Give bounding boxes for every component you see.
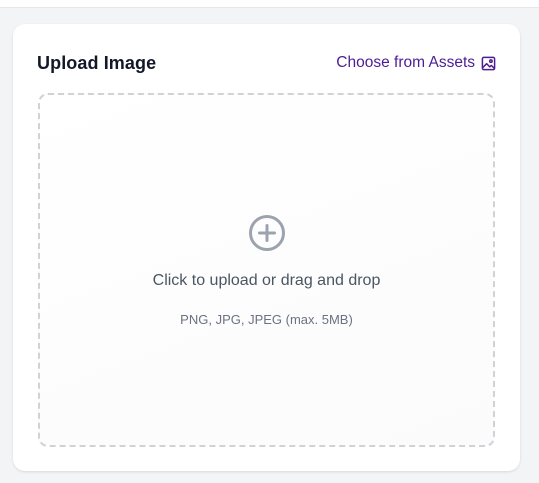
- upload-format-hint: PNG, JPG, JPEG (max. 5MB): [180, 312, 353, 327]
- plus-circle-icon: [248, 214, 286, 252]
- image-icon: [481, 56, 496, 71]
- card-title: Upload Image: [37, 52, 157, 73]
- upload-card: Upload Image Choose from Assets Click to…: [13, 24, 520, 471]
- card-header: Upload Image Choose from Assets: [37, 50, 496, 76]
- upload-instruction: Click to upload or drag and drop: [152, 272, 381, 289]
- upload-dropzone[interactable]: Click to upload or drag and drop PNG, JP…: [38, 93, 495, 447]
- choose-from-assets-link[interactable]: Choose from Assets: [336, 54, 496, 72]
- choose-from-assets-label: Choose from Assets: [336, 54, 475, 71]
- top-bar: [0, 0, 539, 8]
